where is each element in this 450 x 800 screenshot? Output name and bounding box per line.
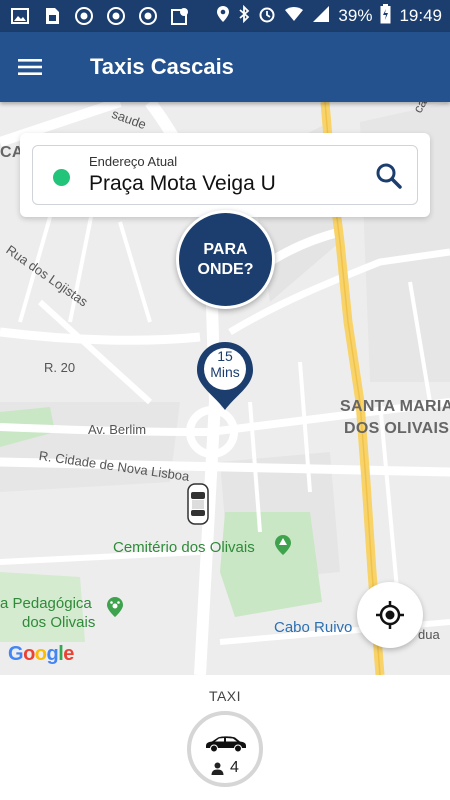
current-location-dot — [53, 169, 70, 186]
map-label-cemiterio: Cemitério dos Olivais — [113, 539, 255, 556]
google-letter: G — [8, 643, 24, 665]
google-letter: g — [46, 643, 59, 665]
clock: 19:49 — [399, 6, 442, 25]
battery-percent: 39% — [338, 6, 373, 25]
map-label-av-berlim: Av. Berlim — [88, 422, 147, 437]
taxi-seats: 4 — [211, 759, 239, 777]
my-location-button[interactable] — [357, 582, 423, 648]
alarm-icon — [258, 5, 276, 28]
eta-unit: Mins — [210, 364, 240, 380]
chrome-icon — [106, 6, 126, 26]
current-address-card: Endereço Atual Praça Mota Veiga U — [20, 133, 430, 217]
current-address-label: Endereço Atual — [89, 154, 178, 169]
status-bar: 39% 19:49 — [0, 0, 450, 32]
map-label-rua-partial: dua — [418, 627, 440, 642]
google-logo: Google — [8, 643, 74, 666]
sedan-car-icon — [204, 735, 248, 758]
search-icon[interactable] — [375, 162, 403, 190]
map-label-cabo-ruivo: Cabo Ruivo — [274, 619, 353, 636]
vehicle-category-label: TAXI — [208, 688, 242, 704]
current-address-value: Praça Mota Veiga U — [89, 172, 276, 195]
pickup-eta-pin: 15 Mins — [194, 340, 256, 412]
sim-card-icon — [42, 6, 62, 26]
google-letter: e — [63, 643, 74, 665]
eta-minutes: 15 — [217, 348, 233, 364]
google-letter: o — [34, 643, 47, 665]
crosshair-icon — [376, 601, 404, 629]
taxi-car-icon — [185, 482, 211, 526]
destination-line-1: PARA — [203, 240, 248, 258]
google-letter: o — [23, 643, 35, 665]
chrome-icon — [74, 6, 94, 26]
map-label-quinta-1: a Pedagógica — [0, 595, 92, 612]
wifi-icon — [284, 6, 304, 27]
seat-count: 4 — [230, 759, 239, 776]
destination-line-2: ONDE? — [197, 260, 254, 278]
map-label-santa-maria-2: DOS OLIVAIS — [344, 420, 450, 437]
battery-charging-icon — [380, 3, 391, 29]
hamburger-menu-icon[interactable] — [0, 32, 60, 102]
destination-button[interactable]: PARA ONDE? — [176, 210, 275, 309]
image-icon — [10, 6, 30, 26]
person-icon — [211, 762, 224, 775]
app-title: Taxis Cascais — [90, 54, 234, 79]
signal-icon — [312, 5, 330, 28]
chrome-icon — [138, 6, 158, 26]
app-bar: Taxis Cascais — [0, 32, 450, 102]
current-address-field[interactable]: Endereço Atual Praça Mota Veiga U — [32, 145, 418, 205]
bluetooth-icon — [238, 4, 250, 28]
map-pin-icon — [170, 6, 190, 26]
vehicle-selection-panel: TAXI 4 — [0, 675, 450, 800]
map-label-santa-maria-1: SANTA MARIA — [340, 398, 450, 415]
map-label-r20: R. 20 — [44, 360, 76, 375]
map-label-quinta-2: dos Olivais — [22, 614, 96, 631]
taxi-option-button[interactable]: 4 — [187, 711, 263, 787]
location-icon — [216, 5, 230, 28]
